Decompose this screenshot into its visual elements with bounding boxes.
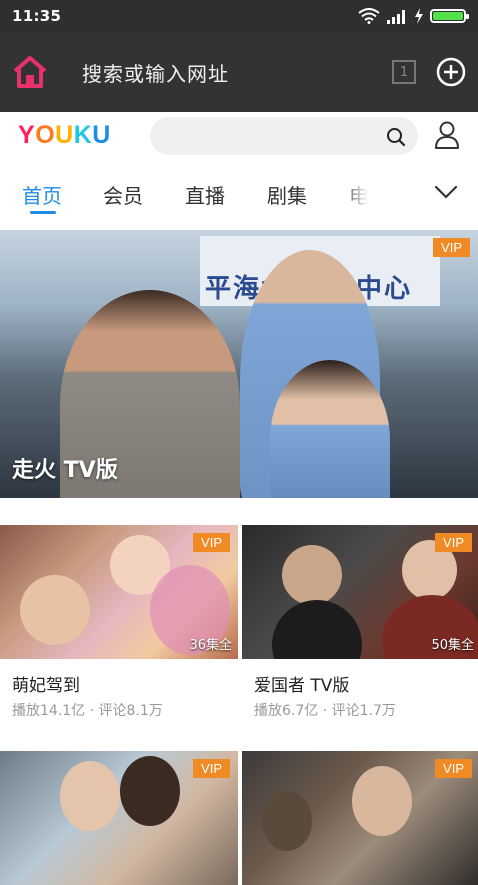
browser-toolbar: 搜索或输入网址 1	[0, 32, 478, 112]
video-stats: 播放6.7亿 · 评论1.7万	[254, 703, 396, 719]
video-title: 萌妃驾到	[12, 676, 80, 696]
vip-badge: VIP	[193, 533, 230, 552]
video-thumbnail: VIP 50集全	[242, 525, 478, 659]
tab-series[interactable]: 剧集	[267, 180, 307, 209]
search-icon[interactable]	[386, 127, 406, 147]
channel-tabs: 首页 会员 直播 剧集 电	[0, 170, 478, 220]
status-icons	[358, 8, 469, 24]
user-icon[interactable]	[434, 121, 460, 149]
video-card[interactable]: VIP	[242, 751, 478, 885]
video-card[interactable]: VIP	[0, 751, 238, 885]
video-card[interactable]: VIP 50集全 爱国者 TV版 播放6.7亿 · 评论1.7万	[242, 525, 478, 720]
charging-icon	[415, 8, 423, 24]
episode-count: 50集全	[431, 638, 474, 653]
home-button[interactable]	[10, 52, 50, 92]
episode-count: 36集全	[189, 638, 232, 653]
tab-live[interactable]: 直播	[185, 180, 225, 209]
video-thumbnail: VIP	[0, 751, 238, 885]
youku-header: YOUKU	[0, 112, 478, 158]
active-tab-indicator	[30, 211, 56, 214]
hero-title: 走火 TV版	[12, 458, 118, 483]
search-input[interactable]	[150, 117, 418, 155]
wifi-icon	[358, 8, 380, 24]
logo-letter: K	[73, 120, 93, 149]
logo-letter: U	[55, 120, 74, 149]
video-title: 爱国者 TV版	[254, 676, 350, 696]
video-thumbnail: VIP	[242, 751, 478, 885]
signal-icon	[387, 10, 405, 24]
logo-letter: U	[92, 120, 111, 149]
home-icon	[13, 56, 47, 88]
video-card[interactable]: VIP 36集全 萌妃驾到 播放14.1亿 · 评论8.1万	[0, 525, 238, 720]
plus-circle-icon	[436, 57, 466, 87]
tab-home[interactable]: 首页	[22, 180, 62, 209]
chevron-down-icon[interactable]	[434, 184, 458, 200]
video-thumbnail: VIP 36集全	[0, 525, 238, 659]
status-time: 11:35	[12, 7, 62, 25]
logo-letter: O	[35, 120, 56, 149]
battery-icon	[430, 9, 469, 23]
vip-badge: VIP	[193, 759, 230, 778]
youku-logo[interactable]: YOUKU	[18, 121, 111, 150]
hero-banner[interactable]: 平海北 指挥中心 VIP 走火 TV版	[0, 230, 478, 498]
tab-member[interactable]: 会员	[103, 180, 143, 209]
vip-badge: VIP	[435, 533, 472, 552]
new-tab-button[interactable]	[434, 55, 468, 89]
tab-count-button[interactable]: 1	[392, 60, 416, 84]
vip-badge: VIP	[433, 238, 470, 257]
url-input[interactable]: 搜索或输入网址	[82, 58, 392, 87]
vip-badge: VIP	[435, 759, 472, 778]
video-stats: 播放14.1亿 · 评论8.1万	[12, 703, 163, 719]
logo-letter: Y	[18, 120, 36, 149]
status-bar: 11:35	[0, 0, 478, 32]
